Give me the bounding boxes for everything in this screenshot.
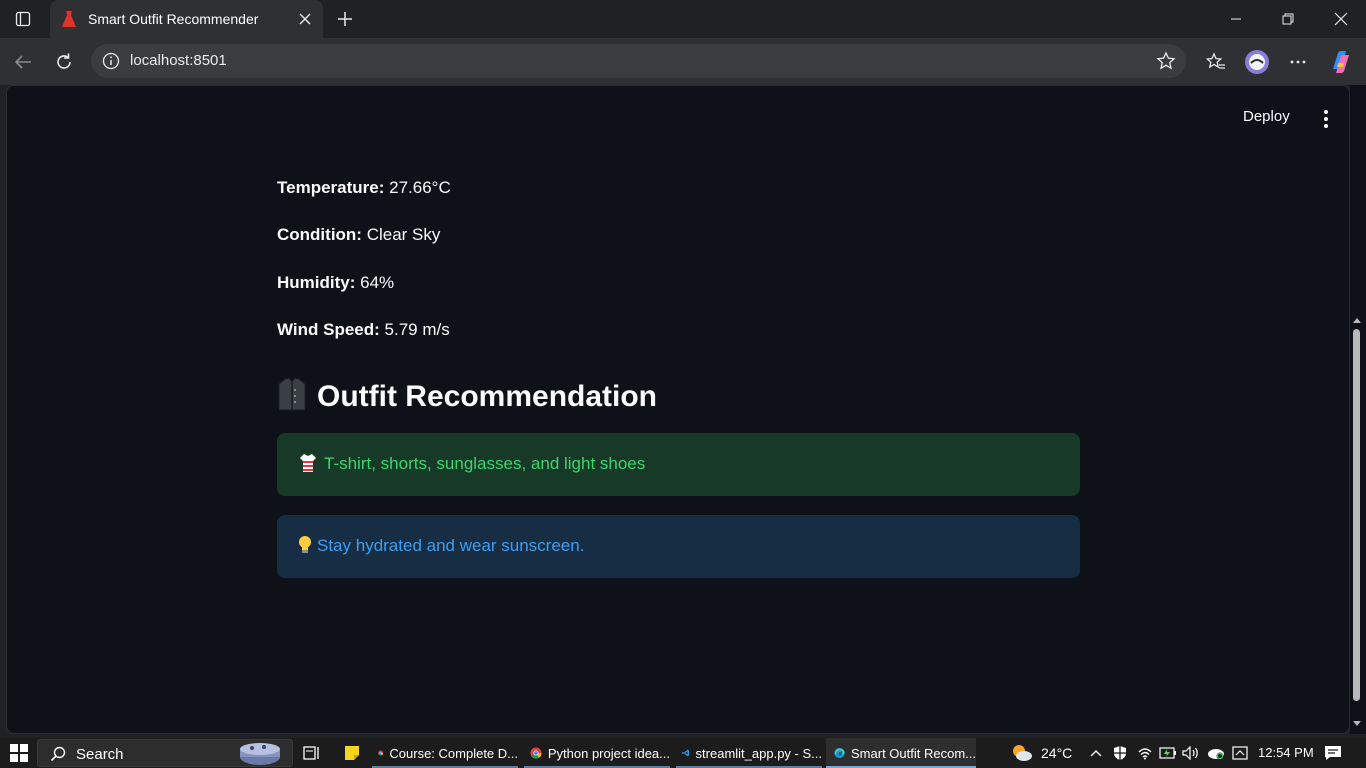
- scroll-thumb[interactable]: [1353, 329, 1360, 701]
- tab-actions-icon[interactable]: [8, 6, 38, 32]
- tip-info-alert: Stay hydrated and wear sunscreen.: [277, 515, 1080, 578]
- wind-speed-line: Wind Speed: 5.79 m/s: [277, 320, 450, 340]
- close-tab-icon[interactable]: [295, 9, 315, 29]
- screen-capture-icon[interactable]: [1231, 744, 1249, 762]
- humidity-line: Humidity: 64%: [277, 273, 394, 293]
- chrome-icon: [378, 750, 384, 756]
- lightbulb-icon: [297, 535, 313, 560]
- deploy-button[interactable]: Deploy: [1243, 108, 1290, 125]
- weather-icon[interactable]: [1011, 743, 1033, 763]
- jacket-icon: [277, 376, 307, 417]
- section-title: Outfit Recommendation: [317, 379, 658, 413]
- taskbar-app-label: streamlit_app.py - S...: [695, 745, 822, 761]
- windows-start-icon[interactable]: [10, 744, 28, 762]
- streamlit-app: Deploy Temperature: 27.66°C Condition: C…: [6, 85, 1350, 734]
- edge-icon: [834, 747, 845, 759]
- condition-label: Condition:: [277, 225, 362, 244]
- refresh-icon[interactable]: [50, 48, 78, 76]
- scroll-down-icon[interactable]: [1353, 721, 1361, 727]
- page-scrollbar[interactable]: [1350, 85, 1366, 734]
- chrome-icon: [530, 747, 542, 759]
- wind-speed-label: Wind Speed:: [277, 320, 380, 339]
- shirt-icon: [299, 453, 317, 478]
- temperature-value: 27.66°C: [389, 178, 451, 197]
- url-text: localhost:8501: [130, 52, 227, 69]
- scroll-up-icon[interactable]: [1353, 317, 1361, 323]
- new-tab-icon[interactable]: [333, 7, 357, 31]
- back-arrow-icon[interactable]: [9, 48, 37, 76]
- humidity-label: Humidity:: [277, 273, 356, 292]
- search-label: Search: [76, 746, 124, 763]
- tab-title: Smart Outfit Recommender: [88, 11, 259, 27]
- taskbar-app-vscode[interactable]: streamlit_app.py - S...: [676, 738, 822, 768]
- wind-speed-value: 5.79 m/s: [384, 320, 450, 339]
- taskbar-clock[interactable]: 12:54 PM: [1258, 745, 1314, 760]
- address-bar[interactable]: localhost:8501: [91, 44, 1186, 78]
- vscode-icon: [682, 749, 690, 757]
- temperature-label: Temperature:: [277, 178, 385, 197]
- battery-icon[interactable]: [1159, 744, 1177, 762]
- taskbar-app-edge[interactable]: Smart Outfit Recom...: [826, 738, 976, 768]
- humidity-value: 64%: [360, 273, 395, 292]
- taskbar-app-label: Python project idea...: [547, 745, 670, 761]
- taskbar-search-box[interactable]: Search: [37, 739, 293, 767]
- site-info-icon[interactable]: [101, 51, 121, 71]
- onedrive-sync-icon[interactable]: [1207, 744, 1225, 762]
- browser-tab-strip: Smart Outfit Recommender: [0, 0, 1366, 38]
- taskbar-app-chrome-python[interactable]: Python project idea...: [524, 738, 670, 768]
- more-options-icon[interactable]: [1284, 48, 1312, 76]
- browser-toolbar: localhost:8501: [0, 38, 1366, 85]
- search-icon: [50, 746, 66, 762]
- tip-text: Stay hydrated and wear sunscreen.: [317, 536, 585, 555]
- favorite-star-icon[interactable]: [1156, 51, 1176, 71]
- weather-temperature[interactable]: 24°C: [1041, 745, 1072, 761]
- security-shield-icon[interactable]: [1111, 744, 1129, 762]
- condition-line: Condition: Clear Sky: [277, 225, 440, 245]
- search-highlight-icon: [240, 743, 280, 765]
- outfit-recommendation-text: T-shirt, shorts, sunglasses, and light s…: [324, 454, 646, 473]
- outfit-success-alert: T-shirt, shorts, sunglasses, and light s…: [277, 433, 1080, 496]
- wifi-icon[interactable]: [1136, 744, 1154, 762]
- temperature-line: Temperature: 27.66°C: [277, 178, 451, 198]
- copilot-icon[interactable]: [1327, 48, 1355, 76]
- notifications-icon[interactable]: [1324, 744, 1342, 762]
- restore-icon[interactable]: [1265, 0, 1311, 38]
- windows-taskbar: Search Course: Complete D... Python proj…: [0, 738, 1366, 768]
- task-view-icon[interactable]: [300, 738, 324, 768]
- chevron-up-icon[interactable]: [1087, 744, 1105, 762]
- condition-value: Clear Sky: [366, 225, 441, 244]
- main-menu-icon[interactable]: [1316, 108, 1336, 130]
- sticky-notes-icon[interactable]: [340, 738, 364, 768]
- favorites-icon[interactable]: [1202, 48, 1230, 76]
- taskbar-app-chrome-course[interactable]: Course: Complete D...: [372, 738, 518, 768]
- taskbar-app-label: Course: Complete D...: [389, 745, 518, 761]
- volume-icon[interactable]: [1182, 744, 1200, 762]
- dress-favicon-icon: [60, 9, 78, 29]
- outfit-recommendation-heading: Outfit Recommendation: [277, 376, 657, 417]
- tab-smart-outfit-recommender[interactable]: Smart Outfit Recommender: [50, 0, 323, 38]
- profile-avatar-icon[interactable]: [1243, 48, 1271, 76]
- taskbar-app-label: Smart Outfit Recom...: [851, 745, 976, 761]
- close-window-icon[interactable]: [1318, 0, 1364, 38]
- minimize-icon[interactable]: [1213, 0, 1259, 38]
